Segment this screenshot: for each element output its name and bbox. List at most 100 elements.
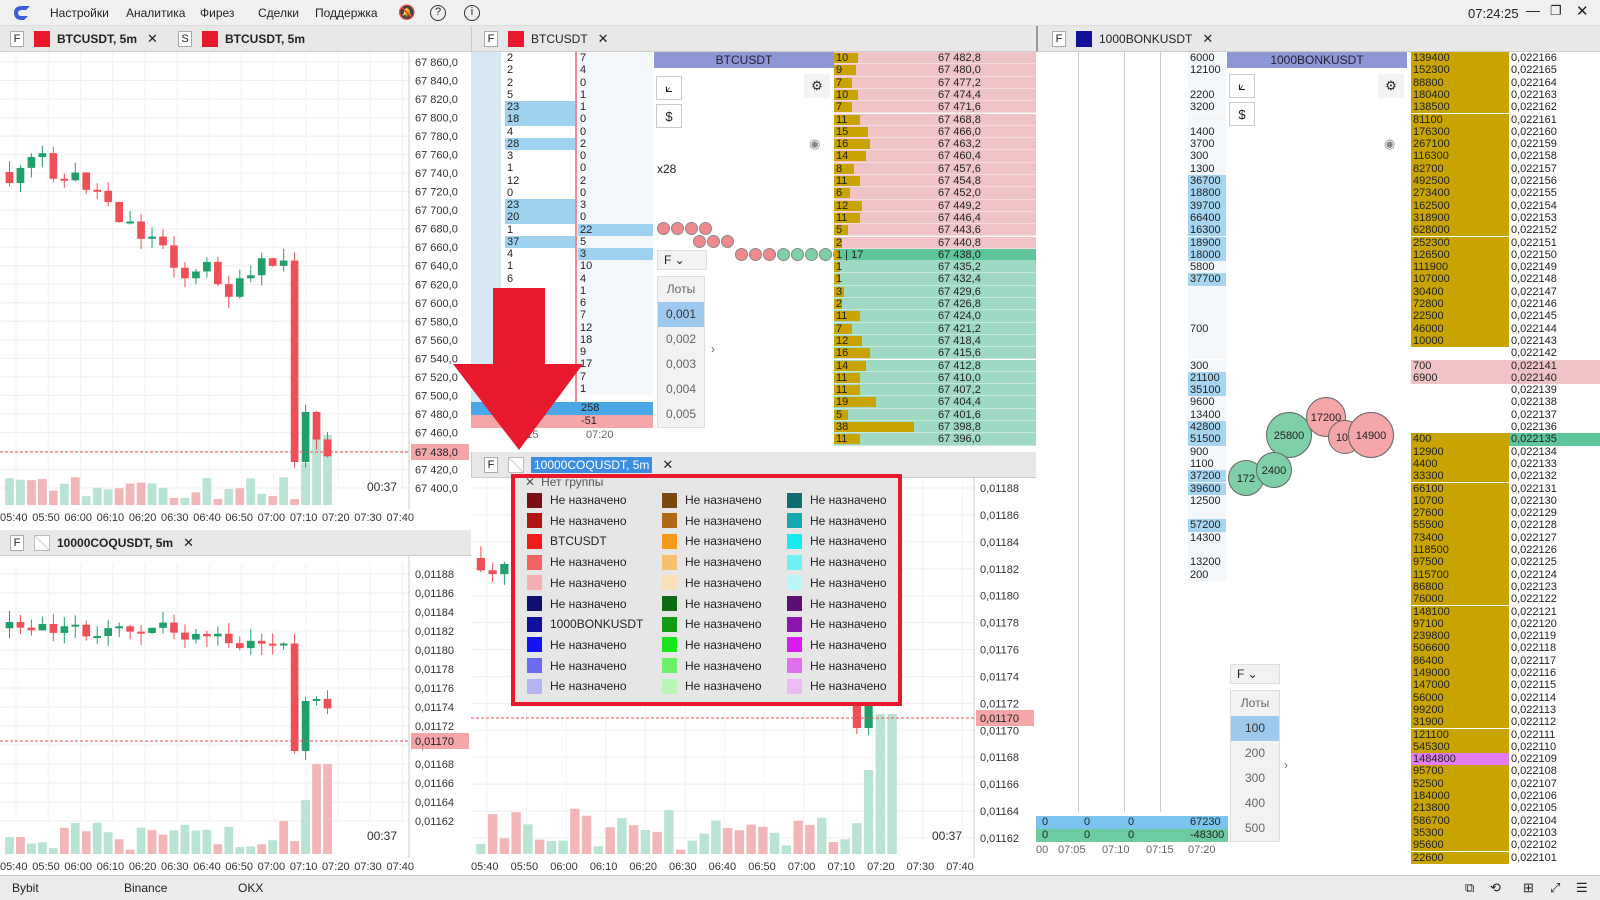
book-row[interactable]: 116300 0,022158 [1411, 150, 1600, 163]
book-row[interactable]: 12 67 418,4 [834, 334, 1036, 348]
book-row[interactable]: 73400 0,022127 [1411, 531, 1600, 544]
chart-settings-button[interactable]: ⟀ [656, 76, 682, 100]
book-row[interactable]: 267100 0,022159 [1411, 138, 1600, 151]
eye-icon[interactable]: ◉ [809, 136, 820, 152]
exchange-bybit[interactable]: Bybit [12, 881, 39, 895]
book-row[interactable]: 22600 0,022101 [1411, 851, 1600, 864]
book-row[interactable]: 55500 0,022128 [1411, 519, 1600, 532]
mode-select[interactable]: F ⌄ [657, 250, 707, 270]
book-row[interactable]: 5 67 443,6 [834, 224, 1036, 237]
legend-color-item[interactable]: Не назначено [527, 573, 627, 593]
book-row[interactable]: 111900 0,022149 [1411, 261, 1600, 274]
book-row[interactable]: 6 67 452,0 [834, 187, 1036, 200]
legend-color-item[interactable]: Не назначено [787, 490, 887, 510]
close-tab-icon[interactable]: ✕ [1202, 31, 1213, 47]
book-row[interactable]: 6900 0,022140 [1411, 371, 1600, 385]
book-row[interactable]: 492500 0,022156 [1411, 175, 1600, 188]
book-row[interactable]: 239800 0,022119 [1411, 630, 1600, 643]
book-row[interactable]: 97100 0,022120 [1411, 617, 1600, 631]
book-row[interactable]: 11 67 396,0 [834, 433, 1036, 446]
book-row[interactable]: 273400 0,022155 [1411, 187, 1600, 200]
book-row[interactable]: 545300 0,022110 [1411, 740, 1600, 754]
legend-color-item[interactable]: Не назначено [527, 552, 627, 572]
book-row[interactable]: 107000 0,022148 [1411, 273, 1600, 286]
book-row[interactable]: 33300 0,022132 [1411, 470, 1600, 483]
book-row[interactable]: 82700 0,022157 [1411, 162, 1600, 175]
book-row[interactable]: 97500 0,022125 [1411, 556, 1600, 569]
book-row[interactable]: 76000 0,022122 [1411, 593, 1600, 606]
book-row[interactable]: 147000 0,022115 [1411, 679, 1600, 692]
book-row[interactable]: 126500 0,022150 [1411, 248, 1600, 262]
book-row[interactable]: 252300 0,022151 [1411, 236, 1600, 249]
legend-color-item[interactable]: Не назначено [662, 552, 762, 572]
book-row[interactable]: 10700 0,022130 [1411, 494, 1600, 508]
book-row[interactable]: 66100 0,022131 [1411, 482, 1600, 495]
empty-color-swatch[interactable] [34, 535, 50, 551]
book-row[interactable]: 149000 0,022116 [1411, 667, 1600, 680]
tab-bonk-book[interactable]: F 1000BONKUSDT ✕ [1052, 30, 1213, 48]
tab-btc-futures[interactable]: F BTCUSDT, 5m ✕ [10, 30, 158, 48]
book-row[interactable]: 0,022138 [1411, 396, 1600, 409]
menu-deals[interactable]: Сделки [258, 6, 299, 20]
lot-option[interactable]: 0,004 [658, 377, 704, 402]
lot-option[interactable]: 300 [1231, 766, 1279, 791]
lot-option[interactable]: 500 [1231, 816, 1279, 841]
book-row[interactable]: 46000 0,022144 [1411, 322, 1600, 335]
book-row[interactable]: 72800 0,022146 [1411, 298, 1600, 311]
book-row[interactable]: 88800 0,022164 [1411, 76, 1600, 89]
minimize-icon[interactable]: — [1526, 2, 1540, 18]
book-row[interactable]: 15 67 466,0 [834, 125, 1036, 139]
book-row[interactable]: 86800 0,022123 [1411, 580, 1600, 594]
btc-candlestick-chart[interactable]: 67 860,0 67 840,0 67 820,0 67 800,0 67 780,0… [0, 52, 471, 527]
book-row[interactable]: 86400 0,022117 [1411, 654, 1600, 667]
menu-settings[interactable]: Настройки [50, 6, 109, 20]
book-row[interactable]: 0,022139 [1411, 384, 1600, 397]
book-row[interactable]: 586700 0,022104 [1411, 814, 1600, 827]
book-row[interactable]: 16 67 415,6 [834, 347, 1036, 360]
close-tab-icon[interactable]: ✕ [183, 535, 194, 551]
book-row[interactable]: 22500 0,022145 [1411, 310, 1600, 323]
dollar-button[interactable]: $ [1229, 102, 1255, 126]
book-row[interactable]: 628000 0,022152 [1411, 224, 1600, 237]
book-row[interactable]: 12900 0,022134 [1411, 445, 1600, 458]
lot-option[interactable]: 0,003 [658, 352, 704, 377]
book-row[interactable]: 11 67 410,0 [834, 371, 1036, 385]
lot-option[interactable]: 200 [1231, 741, 1279, 766]
legend-color-item[interactable]: Не назначено [662, 656, 762, 676]
book-row[interactable]: 213800 0,022105 [1411, 802, 1600, 815]
legend-color-item[interactable]: Не назначено [787, 573, 887, 593]
book-row[interactable]: 184000 0,022106 [1411, 790, 1600, 803]
book-row[interactable]: 506600 0,022118 [1411, 642, 1600, 655]
mute-icon[interactable]: 🔕 [398, 4, 415, 21]
gear-icon[interactable]: ⚙ [1378, 74, 1404, 98]
color-swatch[interactable] [508, 31, 524, 47]
book-row[interactable]: 8 67 457,6 [834, 162, 1036, 175]
legend-color-item[interactable]: Не назначено [787, 635, 887, 655]
legend-color-item[interactable]: Не назначено [787, 614, 887, 634]
legend-color-item[interactable]: Не назначено [662, 635, 762, 655]
legend-color-item[interactable]: Не назначено [662, 676, 762, 696]
book-row[interactable]: 14 67 412,8 [834, 359, 1036, 372]
legend-color-item[interactable]: Не назначено [662, 594, 762, 614]
info-icon[interactable]: i [464, 5, 480, 21]
legend-color-item[interactable]: Не назначено [662, 490, 762, 510]
book-row[interactable]: 10 67 482,8 [834, 52, 1036, 65]
book-row[interactable]: 1 67 432,4 [834, 273, 1036, 286]
legend-color-item[interactable]: Не назначено [787, 552, 887, 572]
lot-option[interactable]: 0,002 [658, 327, 704, 352]
book-row[interactable]: 30400 0,022147 [1411, 285, 1600, 298]
book-row[interactable]: 95600 0,022102 [1411, 839, 1600, 852]
color-swatch[interactable] [202, 31, 218, 47]
book-row[interactable]: 95700 0,022108 [1411, 765, 1600, 778]
close-window-icon[interactable]: ✕ [1576, 2, 1589, 20]
close-tab-icon[interactable]: ✕ [598, 31, 609, 47]
book-row[interactable]: 3 67 429,6 [834, 285, 1036, 298]
lot-option[interactable]: 400 [1231, 791, 1279, 816]
book-row[interactable]: 11 67 468,8 [834, 113, 1036, 126]
book-row[interactable]: 180400 0,022163 [1411, 88, 1600, 102]
book-row[interactable]: 38 67 398,8 [834, 421, 1036, 434]
book-row[interactable]: 118500 0,022126 [1411, 544, 1600, 557]
book-row[interactable]: 52500 0,022107 [1411, 777, 1600, 790]
legend-color-item[interactable]: BTCUSDT [527, 531, 607, 551]
menu-analytics[interactable]: Аналитика [126, 6, 185, 20]
